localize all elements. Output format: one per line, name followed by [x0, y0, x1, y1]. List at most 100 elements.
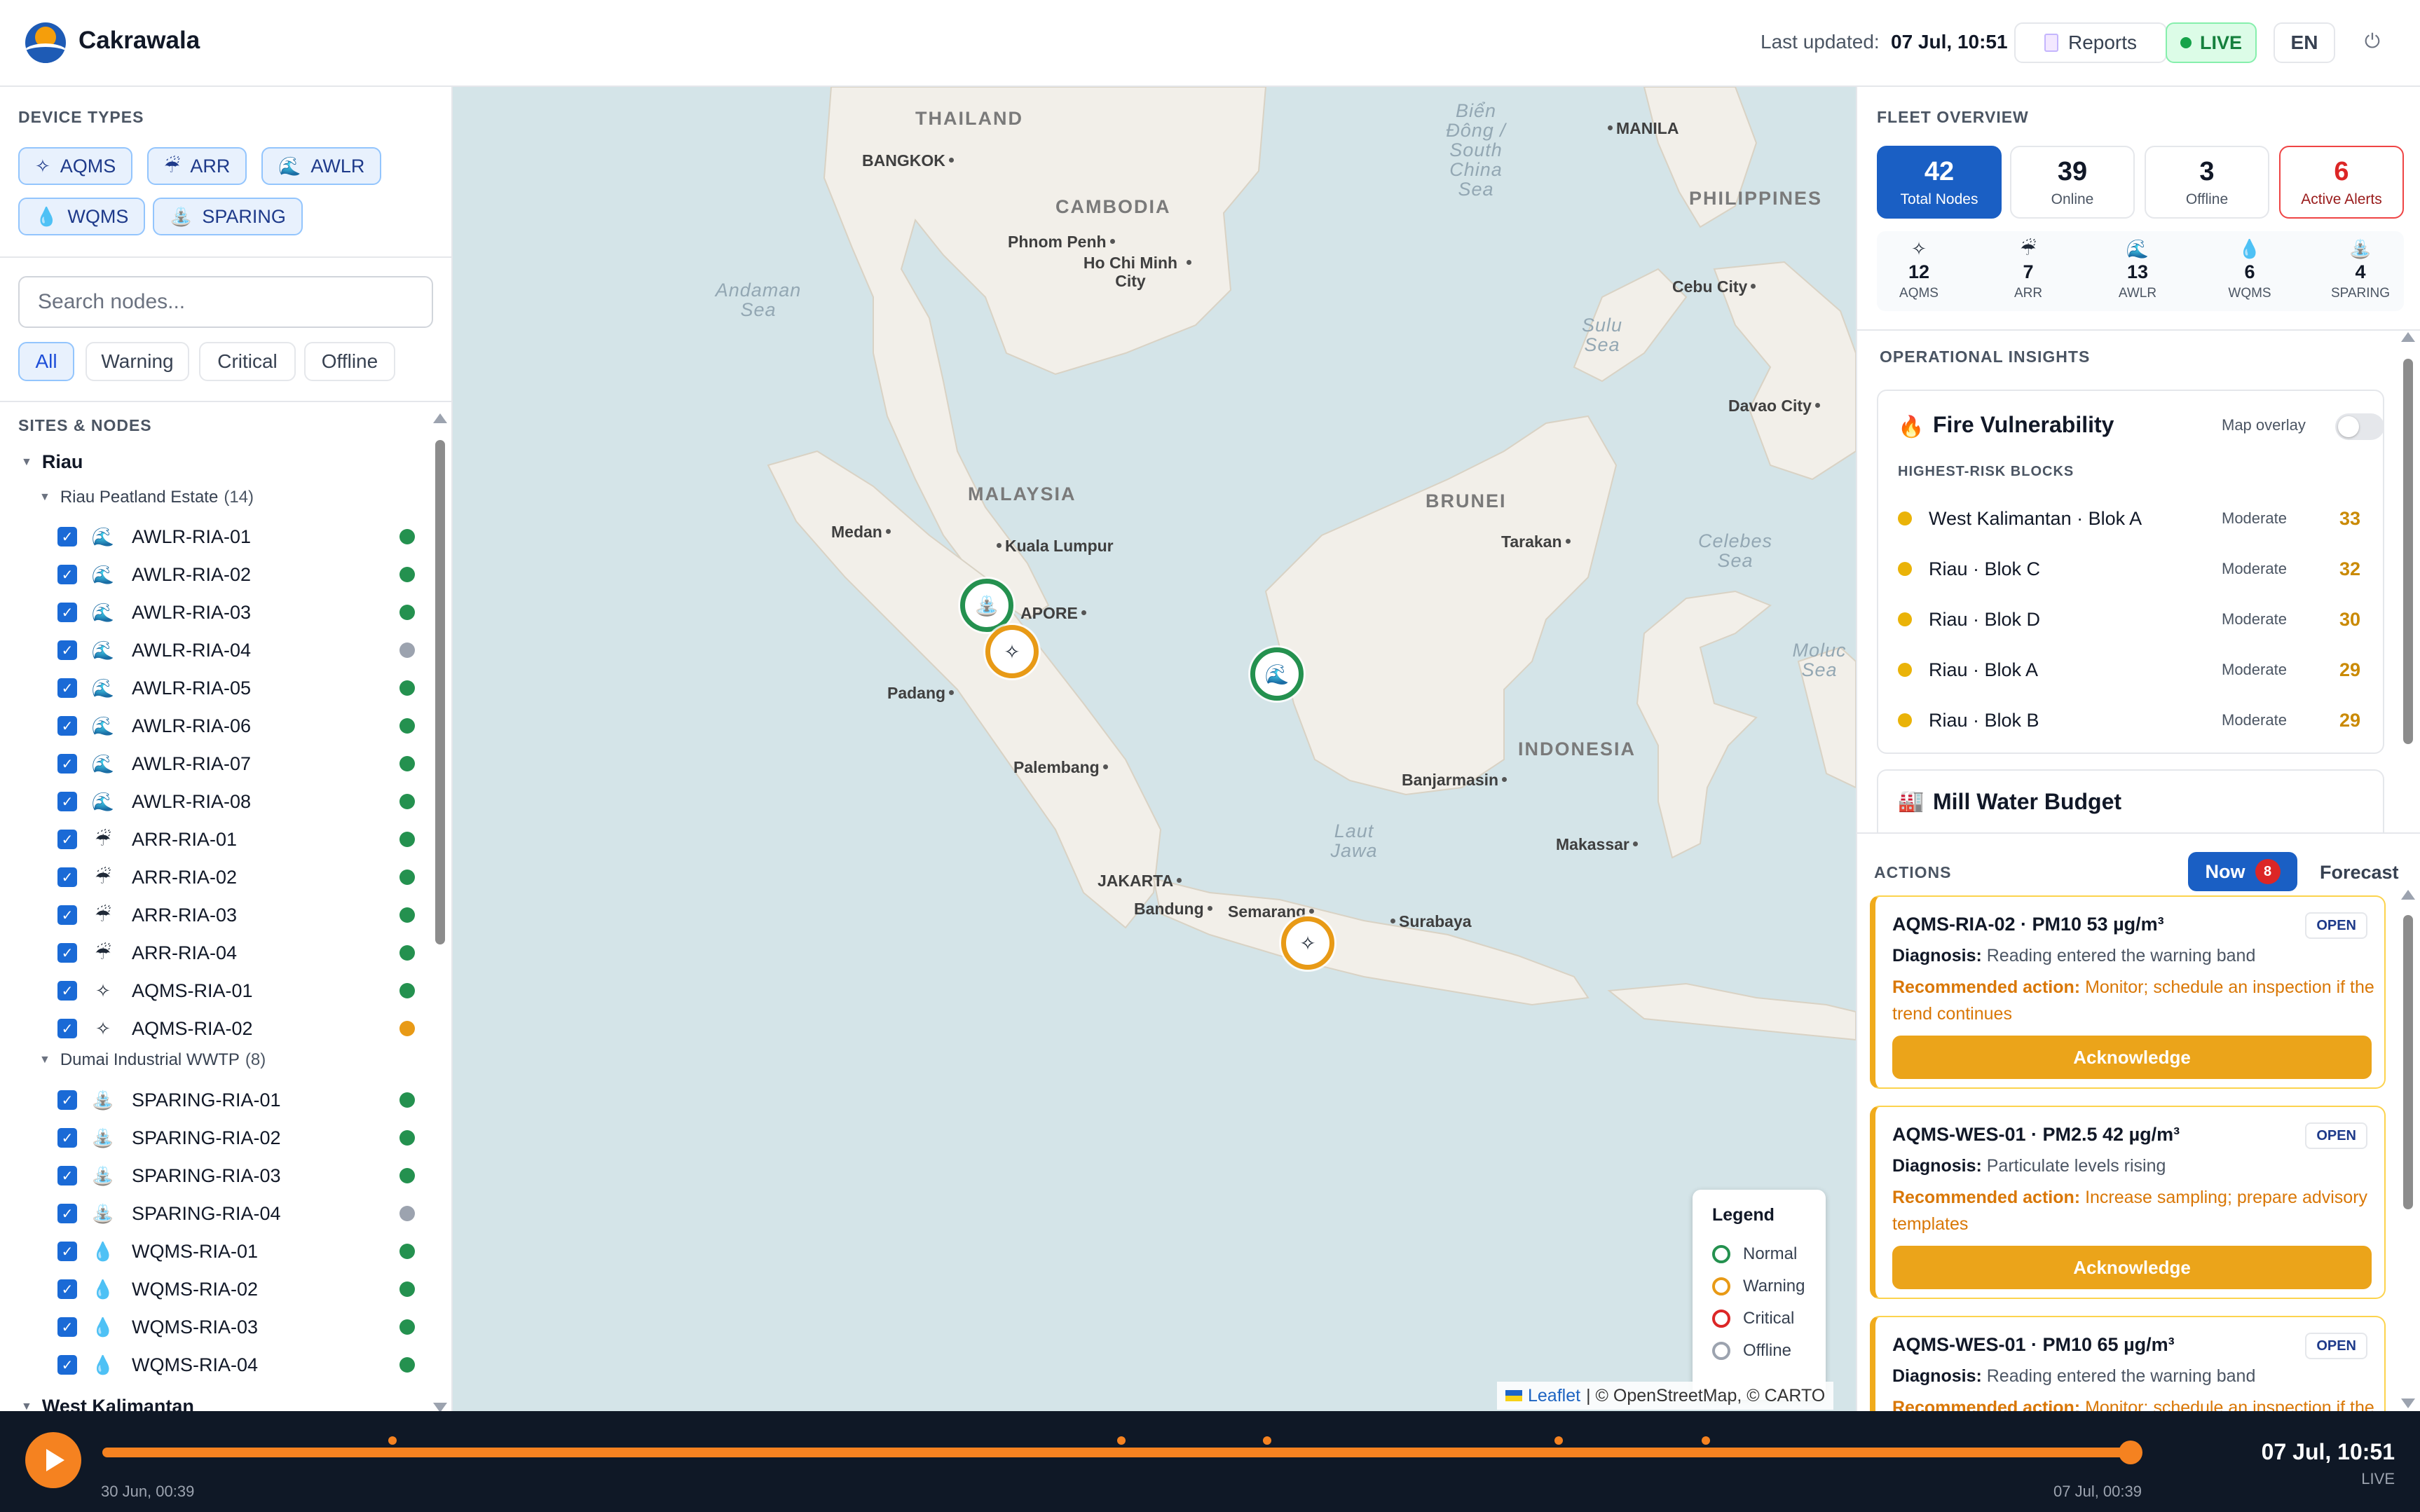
node-row[interactable]: ✓ ☔ ARR-RIA-03 — [57, 898, 415, 932]
node-row[interactable]: ✓ ⛲ SPARING-RIA-02 — [57, 1121, 415, 1155]
event-tick[interactable] — [1117, 1436, 1126, 1445]
map-marker-awlr[interactable]: 🌊 — [1250, 647, 1304, 701]
map-marker-aqms[interactable]: ✧ — [985, 625, 1039, 678]
node-checkbox[interactable]: ✓ — [57, 867, 77, 887]
event-tick[interactable] — [1702, 1436, 1710, 1445]
scroll-down-icon[interactable] — [433, 1403, 447, 1411]
region-west-kalimantan[interactable]: ▼ West Kalimantan — [21, 1396, 194, 1411]
scroll-down-icon[interactable] — [2401, 1398, 2415, 1408]
kpi-active-alerts[interactable]: 6 Active Alerts — [2279, 146, 2404, 219]
play-button[interactable] — [25, 1432, 81, 1488]
forecast-tab[interactable]: Forecast — [2320, 862, 2399, 884]
node-row[interactable]: ✓ ☔ ARR-RIA-01 — [57, 823, 415, 856]
node-checkbox[interactable]: ✓ — [57, 1019, 77, 1038]
node-row[interactable]: ✓ 💧 WQMS-RIA-02 — [57, 1272, 415, 1306]
timeline-thumb[interactable] — [2119, 1441, 2142, 1464]
kpi-total-nodes[interactable]: 42 Total Nodes — [1877, 146, 2002, 219]
acknowledge-button[interactable]: Acknowledge — [1892, 1036, 2372, 1079]
node-row[interactable]: ✓ ⛲ SPARING-RIA-04 — [57, 1197, 415, 1230]
scroll-up-icon[interactable] — [2401, 332, 2415, 342]
node-checkbox[interactable]: ✓ — [57, 905, 77, 925]
device-type-chip-arr[interactable]: ☔ ARR — [147, 147, 247, 185]
node-row[interactable]: ✓ ☔ ARR-RIA-02 — [57, 860, 415, 894]
node-checkbox[interactable]: ✓ — [57, 943, 77, 963]
risk-block-row[interactable]: Riau · Blok D Moderate 30 — [1898, 603, 2367, 636]
node-checkbox[interactable]: ✓ — [57, 1166, 77, 1185]
map-marker-sparing[interactable]: ⛲ — [960, 579, 1013, 632]
node-checkbox[interactable]: ✓ — [57, 527, 77, 547]
insights-scrollbar[interactable] — [2401, 332, 2415, 907]
risk-block-row[interactable]: Riau · Blok B Moderate 29 — [1898, 703, 2367, 737]
node-row[interactable]: ✓ 💧 WQMS-RIA-01 — [57, 1235, 415, 1268]
node-checkbox[interactable]: ✓ — [57, 754, 77, 774]
node-checkbox[interactable]: ✓ — [57, 678, 77, 698]
timeline-slider[interactable] — [102, 1436, 2142, 1464]
scroll-up-icon[interactable] — [2401, 890, 2415, 900]
scroll-thumb[interactable] — [2403, 915, 2413, 1209]
event-tick[interactable] — [388, 1436, 397, 1445]
node-checkbox[interactable]: ✓ — [57, 1242, 77, 1261]
node-row[interactable]: ✓ 💧 WQMS-RIA-04 — [57, 1348, 415, 1382]
device-type-chip-sparing[interactable]: ⛲ SPARING — [153, 198, 303, 235]
node-checkbox[interactable]: ✓ — [57, 1090, 77, 1110]
actions-scrollbar[interactable] — [2401, 890, 2415, 1408]
node-checkbox[interactable]: ✓ — [57, 716, 77, 736]
node-row[interactable]: ✓ ☔ ARR-RIA-04 — [57, 936, 415, 970]
search-input[interactable] — [18, 276, 433, 328]
map-view[interactable]: THAILAND CAMBODIA MALAYSIA BRUNEI INDONE… — [453, 87, 1856, 1411]
filter-critical[interactable]: Critical — [199, 342, 296, 381]
node-row[interactable]: ✓ 🌊 AWLR-RIA-04 — [57, 633, 415, 667]
site-dumai-industrial-wwtp[interactable]: ▼ Dumai Industrial WWTP (8) — [39, 1050, 266, 1070]
node-checkbox[interactable]: ✓ — [57, 603, 77, 622]
node-row[interactable]: ✓ ⛲ SPARING-RIA-01 — [57, 1083, 415, 1117]
node-row[interactable]: ✓ 🌊 AWLR-RIA-06 — [57, 709, 415, 743]
now-tab[interactable]: Now 8 — [2188, 852, 2297, 891]
node-row[interactable]: ✓ ⛲ SPARING-RIA-03 — [57, 1159, 415, 1193]
device-type-chip-aqms[interactable]: ✧ AQMS — [18, 147, 133, 185]
power-icon[interactable]: ⏻ — [2362, 31, 2383, 52]
filter-warning[interactable]: Warning — [86, 342, 189, 381]
node-checkbox[interactable]: ✓ — [57, 1355, 77, 1375]
node-checkbox[interactable]: ✓ — [57, 1128, 77, 1148]
filter-offline[interactable]: Offline — [304, 342, 395, 381]
node-row[interactable]: ✓ 🌊 AWLR-RIA-01 — [57, 520, 415, 554]
node-row[interactable]: ✓ 🌊 AWLR-RIA-08 — [57, 785, 415, 818]
device-type-chip-awlr[interactable]: 🌊 AWLR — [261, 147, 382, 185]
node-checkbox[interactable]: ✓ — [57, 640, 77, 660]
node-row[interactable]: ✓ 💧 WQMS-RIA-03 — [57, 1310, 415, 1344]
sidebar-scrollbar[interactable] — [433, 413, 447, 1411]
node-row[interactable]: ✓ ✧ AQMS-RIA-01 — [57, 974, 415, 1008]
node-checkbox[interactable]: ✓ — [57, 1279, 77, 1299]
kpi-online[interactable]: 39 Online — [2010, 146, 2135, 219]
scroll-up-icon[interactable] — [433, 413, 447, 423]
map-overlay-toggle[interactable] — [2335, 413, 2384, 440]
node-row[interactable]: ✓ 🌊 AWLR-RIA-02 — [57, 558, 415, 591]
risk-block-row[interactable]: Riau · Blok A Moderate 29 — [1898, 653, 2367, 687]
risk-block-row[interactable]: Riau · Blok C Moderate 32 — [1898, 552, 2367, 586]
node-row[interactable]: ✓ ✧ AQMS-RIA-02 — [57, 1012, 415, 1045]
node-checkbox[interactable]: ✓ — [57, 792, 77, 811]
node-row[interactable]: ✓ 🌊 AWLR-RIA-05 — [57, 671, 415, 705]
event-tick[interactable] — [1263, 1436, 1271, 1445]
map-marker-aqms[interactable]: ✧ — [1281, 916, 1334, 970]
region-riau[interactable]: ▼ Riau — [21, 451, 83, 473]
kpi-offline[interactable]: 3 Offline — [2145, 146, 2269, 219]
node-checkbox[interactable]: ✓ — [57, 1317, 77, 1337]
language-button[interactable]: EN — [2274, 22, 2335, 63]
node-row[interactable]: ✓ 🌊 AWLR-RIA-03 — [57, 596, 415, 629]
node-checkbox[interactable]: ✓ — [57, 1204, 77, 1223]
leaflet-link[interactable]: Leaflet — [1528, 1386, 1580, 1406]
site-riau-peatland-estate[interactable]: ▼ Riau Peatland Estate (14) — [39, 488, 254, 507]
node-checkbox[interactable]: ✓ — [57, 565, 77, 584]
node-checkbox[interactable]: ✓ — [57, 830, 77, 849]
device-type-chip-wqms[interactable]: 💧 WQMS — [18, 198, 146, 235]
risk-block-row[interactable]: West Kalimantan · Blok A Moderate 33 — [1898, 502, 2367, 535]
reports-button[interactable]: Reports — [2014, 22, 2167, 63]
node-row[interactable]: ✓ 🌊 AWLR-RIA-07 — [57, 747, 415, 781]
filter-all[interactable]: All — [18, 342, 74, 381]
event-tick[interactable] — [1554, 1436, 1563, 1445]
scroll-thumb[interactable] — [435, 440, 445, 944]
node-checkbox[interactable]: ✓ — [57, 981, 77, 1001]
scroll-thumb[interactable] — [2403, 359, 2413, 744]
acknowledge-button[interactable]: Acknowledge — [1892, 1246, 2372, 1289]
